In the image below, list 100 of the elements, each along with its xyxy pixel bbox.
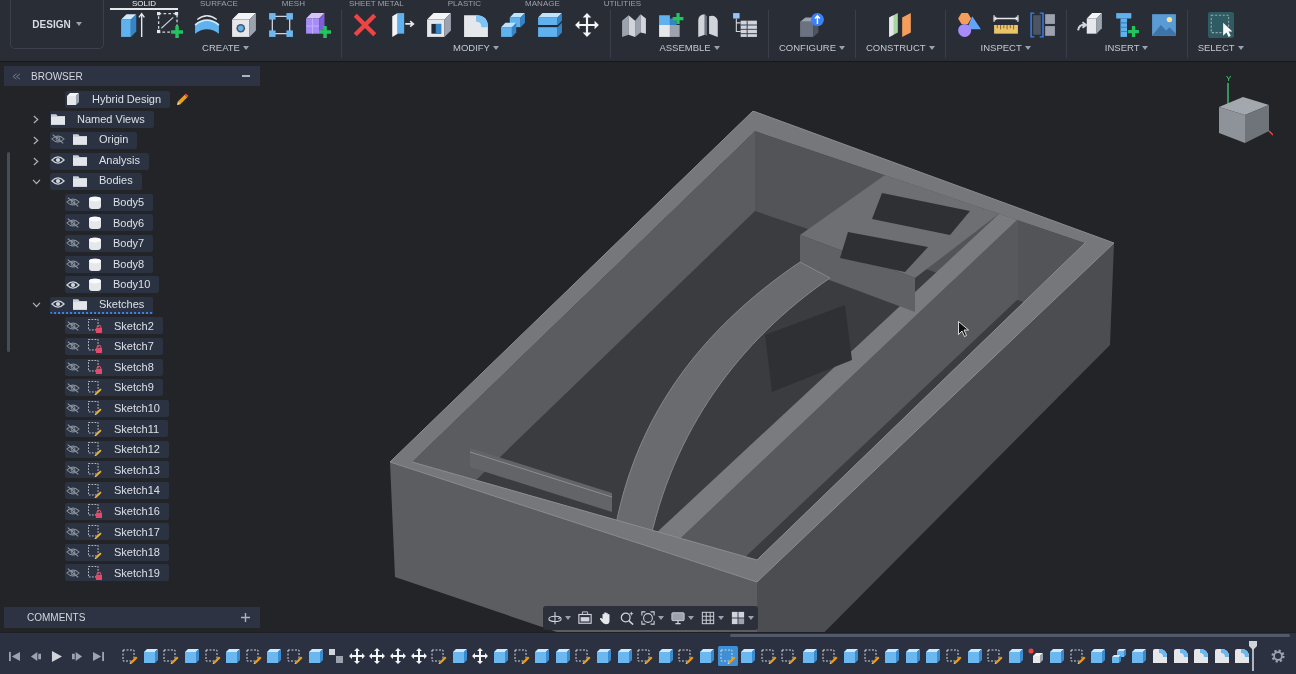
briefcase-icon[interactable] [578, 611, 592, 625]
hand-icon[interactable] [599, 611, 613, 625]
tool-group-menu[interactable]: INSPECT [980, 42, 1031, 54]
move-icon[interactable] [472, 648, 489, 664]
step-back-icon[interactable] [30, 650, 41, 662]
slab-arrow-icon[interactable] [389, 12, 415, 38]
box-icon[interactable] [1090, 648, 1107, 664]
tree-item[interactable]: Sketch19 [65, 564, 169, 582]
box-icon[interactable] [843, 648, 860, 664]
sketch-icon[interactable] [781, 648, 798, 664]
tree-item[interactable]: Sketch18 [65, 543, 169, 561]
box-arrow-icon[interactable] [120, 12, 146, 38]
sketch-icon[interactable] [513, 648, 530, 664]
move-icon[interactable] [348, 648, 365, 664]
caret-icon[interactable] [492, 46, 499, 50]
box-icon[interactable] [595, 648, 612, 664]
playhead-marker[interactable] [1248, 641, 1257, 671]
crossed-eye-icon[interactable] [66, 197, 80, 208]
move-icon[interactable] [390, 648, 406, 664]
caret-icon[interactable] [718, 616, 724, 620]
sketch-icon[interactable] [946, 648, 963, 664]
chevron-right-icon[interactable] [33, 136, 39, 145]
tool-group-menu[interactable]: CREATE [202, 42, 249, 54]
caret-icon[interactable] [658, 616, 664, 620]
tab[interactable]: MANAGE [503, 0, 582, 10]
tool-group-menu[interactable]: CONFIGURE [779, 42, 845, 54]
box-icon[interactable] [884, 648, 901, 664]
caret-icon[interactable] [565, 616, 571, 620]
pattern-icon[interactable] [268, 12, 294, 38]
box-icon[interactable] [1049, 648, 1065, 664]
sketch-icon[interactable] [122, 648, 139, 664]
tree-item[interactable]: Sketch14 [65, 482, 169, 500]
fit-icon[interactable] [641, 611, 655, 625]
cube-badge-icon[interactable] [799, 12, 825, 38]
box-icon[interactable] [657, 648, 674, 664]
box-icon[interactable] [966, 648, 983, 664]
sketch-icon[interactable] [678, 648, 695, 664]
crossed-eye-icon[interactable] [66, 362, 80, 372]
tool-group-menu[interactable]: MODIFY [453, 42, 499, 54]
tool-group-menu[interactable]: INSERT [1104, 42, 1149, 54]
double-chevron-icon[interactable] [12, 72, 21, 80]
sketch-icon[interactable] [637, 648, 654, 664]
tab[interactable]: SHEET METAL [326, 0, 426, 10]
layered-slab-icon[interactable] [537, 12, 563, 38]
zoom-icon[interactable] [620, 611, 634, 625]
box-icon[interactable] [616, 648, 633, 664]
sketch-icon[interactable] [1069, 648, 1086, 664]
box-icon[interactable] [307, 648, 324, 664]
fillet-icon[interactable] [1193, 648, 1210, 664]
caret-icon[interactable] [1237, 46, 1244, 50]
caret-icon[interactable] [688, 616, 694, 620]
crossed-eye-icon[interactable] [66, 238, 80, 249]
step-forward-icon[interactable] [72, 650, 83, 662]
caret-icon[interactable] [242, 46, 249, 50]
chevron-right-icon[interactable] [33, 115, 39, 125]
eye-icon[interactable] [51, 155, 65, 166]
tool-group-menu[interactable]: SELECT [1197, 42, 1244, 54]
settings-icon[interactable] [1270, 649, 1285, 663]
timeline-scrollbar[interactable] [730, 634, 1290, 637]
tree-item[interactable]: Sketch10 [65, 399, 169, 417]
crossed-eye-icon[interactable] [66, 217, 80, 228]
chevron-right-icon[interactable] [33, 156, 39, 166]
curved-plates-icon[interactable] [695, 12, 721, 38]
crossed-eye-icon[interactable] [66, 506, 80, 517]
sketch-icon[interactable] [163, 648, 180, 664]
caret-icon[interactable] [748, 616, 754, 620]
tree-item[interactable]: Body6 [65, 214, 154, 232]
joined-boxes-icon[interactable] [1110, 648, 1127, 664]
bolt-plus-icon[interactable] [1113, 12, 1140, 38]
scrollbar[interactable] [7, 152, 10, 352]
orbit-icon[interactable] [548, 611, 562, 625]
workspace-menu-button[interactable]: DESIGN [10, 0, 104, 49]
crossed-eye-icon[interactable] [66, 547, 80, 558]
fillet-icon[interactable] [463, 12, 489, 38]
crossed-eye-icon[interactable] [66, 382, 80, 393]
sketch-icon[interactable] [575, 648, 592, 664]
chevron-down-icon[interactable] [31, 302, 41, 309]
image-icon[interactable] [1150, 12, 1177, 38]
crossed-eye-icon[interactable] [66, 403, 80, 414]
box-dot-icon[interactable] [1028, 648, 1045, 664]
sketch-icon[interactable] [863, 648, 880, 664]
box-icon[interactable] [1131, 648, 1148, 664]
delete-icon[interactable] [352, 12, 378, 38]
sketch-icon[interactable] [245, 648, 262, 664]
tab[interactable]: SOLID [110, 0, 178, 10]
box-icon[interactable] [554, 648, 571, 664]
caret-icon[interactable] [928, 46, 935, 50]
shell-box-icon[interactable] [426, 12, 452, 38]
tree-item[interactable]: Sketch16 [65, 502, 169, 520]
tree-item[interactable]: Named Views [50, 111, 154, 129]
tree-item[interactable]: Bodies [50, 173, 142, 191]
sketch-icon[interactable] [717, 646, 738, 666]
box-icon[interactable] [451, 648, 468, 664]
box-icon[interactable] [801, 648, 818, 664]
sketch-icon[interactable] [822, 648, 839, 664]
box-icon[interactable] [904, 648, 921, 664]
folded-plates-icon[interactable] [621, 12, 647, 38]
move-icon[interactable] [369, 648, 386, 664]
skip-start-icon[interactable] [9, 650, 20, 662]
tab[interactable]: SURFACE [178, 0, 260, 10]
